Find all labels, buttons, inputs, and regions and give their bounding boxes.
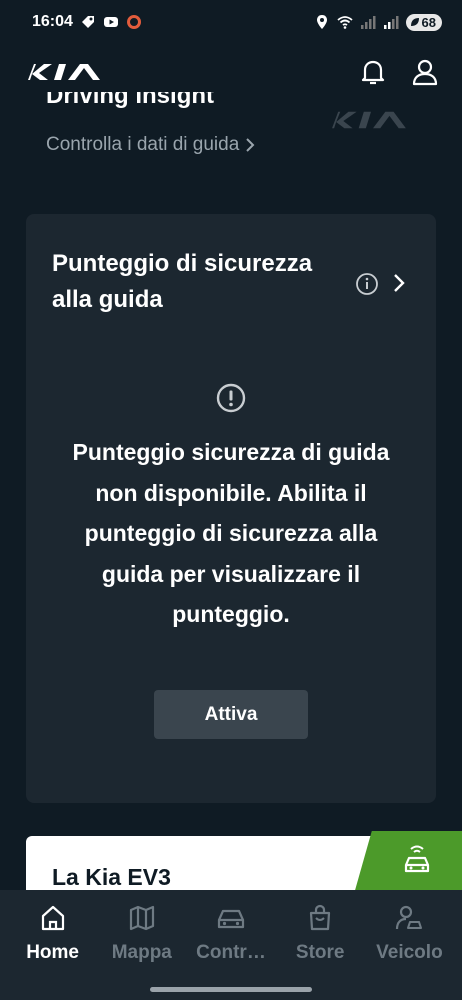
home-icon [41, 905, 64, 931]
user-icon[interactable] [412, 58, 438, 86]
status-time: 16:04 [32, 13, 73, 30]
nav-label: Veicolo [376, 942, 443, 963]
chevron-right-icon[interactable] [392, 272, 406, 294]
chevron-right-icon [246, 138, 255, 152]
home-indicator[interactable] [150, 987, 312, 992]
driving-insight-section: Driving Insight Controlla i dati di guid… [46, 92, 426, 172]
app-header [0, 52, 462, 92]
bottom-nav: Home Mappa Contr… Store Veicolo [0, 890, 462, 1000]
nav-item-store[interactable]: Store [276, 890, 365, 1000]
map-icon [129, 905, 154, 931]
activate-button[interactable]: Attiva [154, 690, 308, 739]
bell-icon[interactable] [360, 58, 386, 86]
signal-icon [383, 16, 399, 29]
nav-label: Store [295, 942, 345, 963]
insight-title: Driving Insight [46, 92, 214, 109]
car-wifi-icon [404, 845, 430, 873]
status-bar: 16:04 68 [0, 0, 462, 44]
nav-item-home[interactable]: Home [8, 890, 97, 1000]
youtube-icon [103, 17, 118, 27]
info-icon[interactable] [355, 272, 379, 296]
wifi-icon [336, 16, 353, 29]
shopping-bag-icon [310, 904, 331, 931]
promo-title: La Kia EV3 [52, 864, 171, 890]
car-icon [217, 909, 245, 929]
kia-logo [28, 64, 100, 80]
nav-item-mappa[interactable]: Mappa [97, 890, 186, 1000]
safety-score-card: Punteggio di sicurezza alla guida Punteg… [26, 214, 436, 803]
insight-link-label: Controlla i dati di guida [46, 134, 240, 155]
nav-item-controlli[interactable]: Contr… [186, 890, 275, 1000]
unavailable-message: Punteggio sicurezza di guida non disponi… [72, 439, 390, 627]
leaf-icon [410, 18, 419, 26]
nav-label: Mappa [111, 942, 172, 963]
tag-icon [81, 16, 94, 28]
nav-item-veicolo[interactable]: Veicolo [365, 890, 454, 1000]
nav-label: Contr… [196, 942, 266, 963]
user-car-icon [396, 905, 423, 930]
location-icon [316, 15, 327, 29]
battery-level: 68 [421, 14, 436, 30]
kia-watermark-logo [332, 111, 406, 129]
alert-circle-icon [216, 383, 246, 413]
nav-label: Home [26, 942, 79, 963]
signal-icon [360, 16, 376, 29]
battery-icon: 68 [405, 13, 442, 31]
insight-link[interactable]: Controlla i dati di guida [46, 134, 255, 156]
circle-icon [126, 15, 141, 29]
card-title[interactable]: Punteggio di sicurezza alla guida [52, 246, 352, 318]
